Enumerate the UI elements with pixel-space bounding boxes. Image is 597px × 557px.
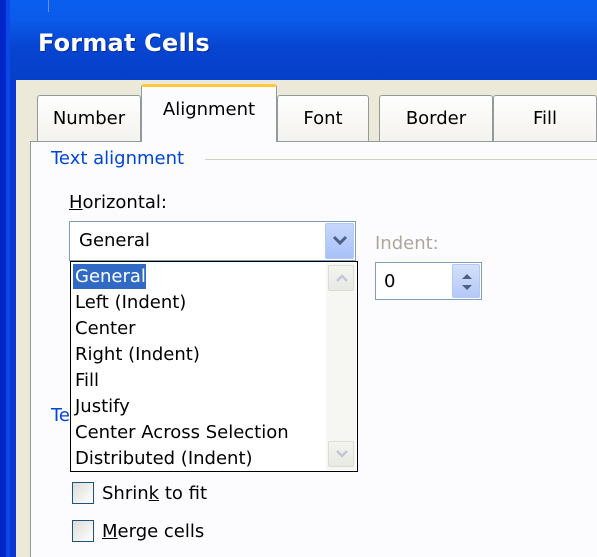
horizontal-label-text: orizontal: [82, 192, 167, 213]
tab-number-label: Number [52, 108, 126, 129]
merge-cells-option[interactable]: Merge cells [72, 520, 204, 542]
horizontal-combobox[interactable]: General [69, 221, 356, 261]
title-bar[interactable]: Format Cells [10, 0, 597, 80]
merge-label-accesskey: M [102, 520, 118, 542]
dropdown-option-right-indent[interactable]: Right (Indent) [73, 342, 200, 367]
dropdown-scrollbar[interactable] [326, 263, 356, 470]
shrink-label-part1: Shrin [102, 482, 149, 504]
up-down-arrows-icon [462, 274, 472, 290]
shrink-label-accesskey: k [148, 482, 160, 504]
horizontal-combobox-value: General [79, 230, 150, 251]
dropdown-option-fill[interactable]: Fill [73, 368, 99, 393]
indent-spinner[interactable]: 0 [375, 262, 482, 300]
horizontal-label-accesskey: H [69, 192, 83, 213]
tab-font[interactable]: Font [277, 95, 369, 141]
window-title: Format Cells [38, 29, 210, 57]
indent-spinner-buttons[interactable] [452, 264, 480, 298]
tab-fill[interactable]: Fill [493, 95, 597, 141]
text-control-group-label: Te [51, 405, 71, 426]
tab-number[interactable]: Number [37, 95, 141, 141]
merge-label-part2: erge cells [117, 520, 205, 542]
dropdown-option-general[interactable]: General [73, 264, 146, 289]
tab-alignment[interactable]: Alignment [141, 84, 277, 142]
chevron-down-icon [336, 450, 348, 458]
dropdown-option-distributed-indent[interactable]: Distributed (Indent) [73, 446, 253, 471]
shrink-to-fit-option[interactable]: Shrink to fit [72, 482, 207, 504]
merge-cells-label: Merge cells [102, 521, 204, 542]
text-alignment-group-label: Text alignment [51, 148, 191, 169]
text-alignment-group-divider [205, 159, 597, 160]
scroll-down-button[interactable] [328, 441, 354, 467]
horizontal-dropdown-list[interactable]: General Left (Indent) Center Right (Inde… [70, 261, 358, 472]
shrink-to-fit-checkbox[interactable] [72, 482, 94, 504]
dropdown-option-center[interactable]: Center [73, 316, 136, 341]
indent-value: 0 [384, 271, 396, 292]
tab-font-label: Font [303, 108, 343, 129]
dropdown-option-left-indent[interactable]: Left (Indent) [73, 290, 186, 315]
chevron-down-icon [332, 235, 348, 246]
dropdown-option-center-across-selection[interactable]: Center Across Selection [73, 420, 289, 445]
indent-label: Indent: [375, 233, 439, 254]
horizontal-dropdown-button[interactable] [325, 223, 354, 259]
chevron-up-icon [336, 274, 348, 282]
merge-cells-checkbox[interactable] [72, 520, 94, 542]
scroll-up-button[interactable] [328, 265, 354, 291]
tab-fill-label: Fill [532, 108, 558, 129]
tab-border[interactable]: Border [379, 95, 493, 141]
horizontal-label: Horizontal: [69, 192, 167, 213]
tab-alignment-label: Alignment [162, 99, 256, 120]
tab-border-label: Border [405, 108, 467, 129]
dropdown-option-justify[interactable]: Justify [73, 394, 130, 419]
shrink-to-fit-label: Shrink to fit [102, 483, 207, 504]
shrink-label-part2: to fit [159, 482, 208, 504]
